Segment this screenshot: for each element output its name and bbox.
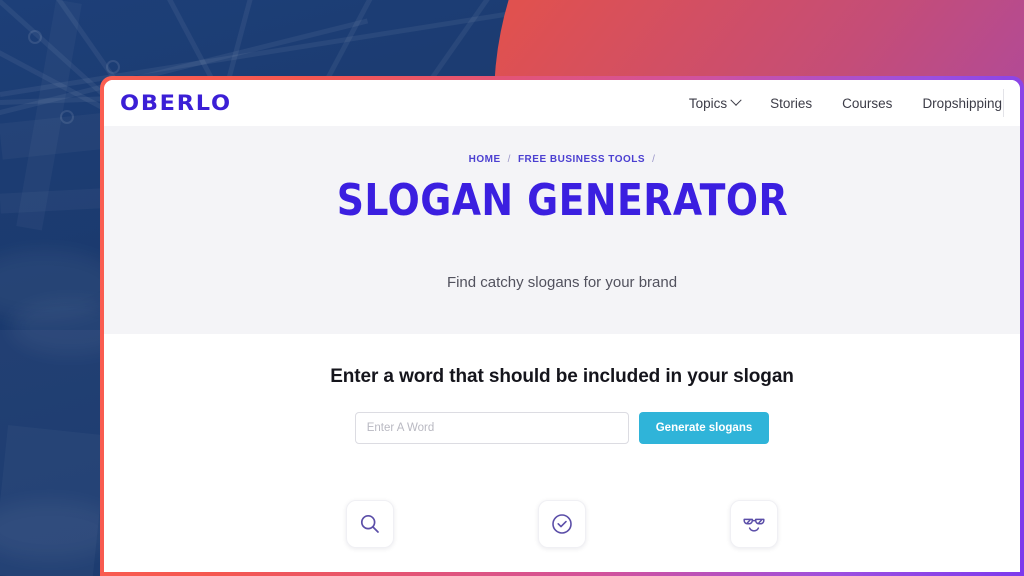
bg-node — [28, 30, 42, 44]
feature-card-search[interactable] — [346, 500, 394, 548]
page-content: OBERLO Topics Stories Courses Dropshippi… — [104, 80, 1020, 572]
oberlo-logo[interactable]: OBERLO — [120, 92, 232, 114]
generate-slogans-button[interactable]: Generate slogans — [638, 412, 770, 444]
page-subtitle: Find catchy slogans for your brand — [446, 274, 678, 292]
breadcrumb-separator: / — [507, 154, 511, 165]
bg-node — [106, 60, 120, 74]
page-title: SLOGAN GENERATOR — [336, 175, 788, 226]
nav-item-label: Topics — [688, 95, 728, 111]
hero-section: HOME / FREE BUSINESS TOOLS / SLOGAN GENE… — [104, 126, 1020, 334]
breadcrumb-separator: / — [652, 154, 656, 165]
nav-item-topics[interactable]: Topics — [688, 94, 742, 111]
nav-item-dropshipping[interactable]: Dropshipping — [922, 96, 1002, 111]
feature-card-check[interactable] — [538, 500, 586, 548]
breadcrumb-item-home[interactable]: HOME — [469, 154, 501, 165]
nav-item-stories[interactable]: Stories — [770, 96, 812, 111]
main-nav: Topics Stories Courses Dropshipping — [689, 80, 1020, 126]
nav-item-courses[interactable]: Courses — [842, 96, 892, 111]
breadcrumb-item-free-business-tools[interactable]: FREE BUSINESS TOOLS — [518, 154, 645, 165]
word-input[interactable] — [354, 412, 629, 444]
header-divider — [1003, 89, 1004, 117]
chevron-down-icon — [730, 94, 742, 106]
site-header: OBERLO Topics Stories Courses Dropshippi… — [104, 80, 1020, 126]
browser-card: OBERLO Topics Stories Courses Dropshippi… — [100, 76, 1024, 576]
tool-heading: Enter a word that should be included in … — [330, 366, 794, 387]
feature-icon-row — [104, 500, 1020, 548]
check-circle-icon — [550, 512, 574, 536]
search-icon — [358, 512, 382, 536]
tool-section: Enter a word that should be included in … — [104, 334, 1020, 572]
feature-card-smiley-glasses[interactable] — [730, 500, 778, 548]
slogan-form: Generate slogans — [354, 412, 770, 444]
breadcrumb: HOME / FREE BUSINESS TOOLS / — [469, 154, 656, 165]
smiling-face-with-glasses-icon — [741, 511, 767, 537]
